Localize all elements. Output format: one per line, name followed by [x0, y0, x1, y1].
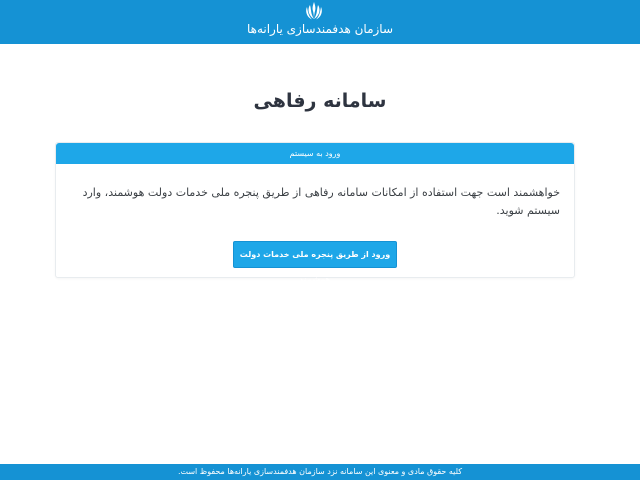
- iran-emblem-icon: [306, 2, 322, 20]
- login-card: ورود به سیستم خواهشمند است جهت استفاده ا…: [55, 142, 575, 284]
- site-header: سازمان هدفمندسازی یارانه‌ها: [0, 0, 640, 44]
- login-card-header: ورود به سیستم: [56, 143, 574, 164]
- page: سازمان هدفمندسازی یارانه‌ها سامانه رفاهی…: [0, 0, 640, 480]
- login-button[interactable]: ورود از طریق پنجره ملی خدمات دولت هوشمند: [233, 241, 397, 284]
- page-title: سامانه رفاهی: [253, 90, 387, 112]
- site-title: سازمان هدفمندسازی یارانه‌ها: [246, 22, 394, 36]
- login-message: خواهشمند است جهت استفاده از امکانات ساما…: [82, 186, 560, 217]
- site-footer: کلیه حقوق مادی و معنوی این سامانه نزد سا…: [0, 464, 640, 480]
